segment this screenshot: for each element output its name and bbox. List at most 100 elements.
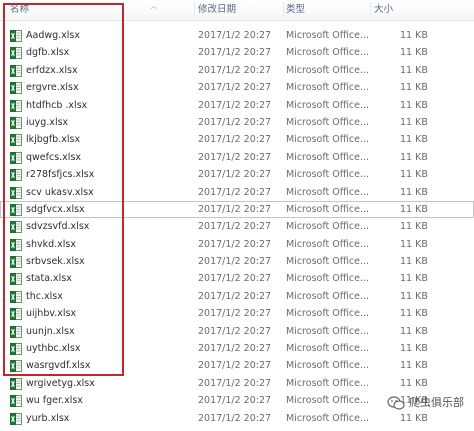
file-name: lkjbgfb.xlsx xyxy=(26,134,81,146)
file-name: yurb.xlsx xyxy=(26,412,70,424)
file-type: Microsoft Office... xyxy=(286,186,370,198)
file-type: Microsoft Office... xyxy=(286,64,370,76)
file-type: Microsoft Office... xyxy=(286,273,370,285)
file-modified-date: 2017/1/2 20:27 xyxy=(198,290,272,302)
file-row[interactable]: Aadwg.xlsx 2017/1/2 20:27 Microsoft Office… xyxy=(0,27,474,44)
file-name: sdvzsvfd.xlsx xyxy=(26,221,90,233)
file-size: 11 KB xyxy=(400,169,428,181)
file-row[interactable]: shvkd.xlsx 2017/1/2 20:27 Microsoft Office… xyxy=(0,236,474,253)
excel-file-icon xyxy=(10,377,22,390)
excel-file-icon xyxy=(10,47,22,60)
file-size: 11 KB xyxy=(400,290,428,302)
file-size: 11 KB xyxy=(400,47,428,59)
excel-file-icon xyxy=(10,412,22,425)
file-type: Microsoft Office... xyxy=(286,290,370,302)
file-type: Microsoft Office... xyxy=(286,412,370,424)
file-row[interactable]: sdgfvcx.xlsx 2017/1/2 20:27 Microsoft Offi… xyxy=(0,200,474,219)
file-modified-date: 2017/1/2 20:27 xyxy=(198,186,272,198)
file-size: 11 KB xyxy=(400,134,428,146)
file-type: Microsoft Office... xyxy=(286,47,370,59)
watermark-text: 爬虫俱乐部 xyxy=(409,396,464,409)
file-modified-date: 2017/1/2 20:27 xyxy=(198,99,272,111)
file-size: 11 KB xyxy=(400,238,428,250)
file-size: 11 KB xyxy=(400,30,428,41)
file-size: 11 KB xyxy=(400,377,428,389)
file-modified-date: 2017/1/2 20:27 xyxy=(198,169,272,181)
file-modified-date: 2017/1/2 20:27 xyxy=(198,343,272,355)
file-name: qwefcs.xlsx xyxy=(26,151,82,163)
file-name: scv ukasv.xlsx xyxy=(26,186,94,198)
file-row[interactable]: sdvzsvfd.xlsx 2017/1/2 20:27 Microsoft Off… xyxy=(0,218,474,235)
file-size: 11 KB xyxy=(400,308,428,320)
watermark: 爬虫俱乐部 xyxy=(387,394,464,412)
file-row[interactable]: yurb.xlsx 2017/1/2 20:27 Microsoft Office.… xyxy=(0,410,474,427)
file-modified-date: 2017/1/2 20:27 xyxy=(198,256,272,268)
excel-file-icon xyxy=(10,186,22,199)
excel-file-icon xyxy=(10,325,22,338)
column-header-size[interactable]: 大小 xyxy=(374,0,393,20)
file-name: Aadwg.xlsx xyxy=(26,30,81,41)
file-name: iuyg.xlsx xyxy=(26,116,69,128)
file-name: wrgivetyg.xlsx xyxy=(26,377,95,389)
file-row[interactable]: wasrgvdf.xlsx 2017/1/2 20:27 Microsoft Off… xyxy=(0,357,474,374)
excel-file-icon xyxy=(10,308,22,321)
file-size: 11 KB xyxy=(400,221,428,233)
column-divider[interactable] xyxy=(370,2,371,18)
file-name: ergvre.xlsx xyxy=(26,82,79,94)
file-modified-date: 2017/1/2 20:27 xyxy=(198,64,272,76)
file-size: 11 KB xyxy=(400,64,428,76)
file-row[interactable]: thc.xlsx 2017/1/2 20:27 Microsoft Office..… xyxy=(0,288,474,305)
file-modified-date: 2017/1/2 20:27 xyxy=(198,203,272,215)
file-name: uijhbv.xlsx xyxy=(26,308,77,320)
file-row[interactable]: uythbc.xlsx 2017/1/2 20:27 Microsoft Offic… xyxy=(0,340,474,357)
file-size: 11 KB xyxy=(400,151,428,163)
excel-file-icon xyxy=(10,360,22,373)
wechat-icon xyxy=(387,396,405,410)
file-size: 11 KB xyxy=(400,116,428,128)
file-row[interactable]: srbvsek.xlsx 2017/1/2 20:27 Microsoft Offi… xyxy=(0,253,474,270)
column-header-bar: 名称 ︿ 修改日期 类型 大小 xyxy=(0,0,474,21)
file-row[interactable]: qwefcs.xlsx 2017/1/2 20:27 Microsoft Offic… xyxy=(0,149,474,166)
file-row[interactable]: wrgivetyg.xlsx 2017/1/2 20:27 Microsoft Of… xyxy=(0,375,474,392)
file-list: Aadwg.xlsx 2017/1/2 20:27 Microsoft Office… xyxy=(0,27,474,427)
file-type: Microsoft Office... xyxy=(286,82,370,94)
file-row[interactable]: iuyg.xlsx 2017/1/2 20:27 Microsoft Office.… xyxy=(0,114,474,131)
column-header-date[interactable]: 修改日期 xyxy=(198,0,236,20)
file-type: Microsoft Office... xyxy=(286,395,370,407)
file-row[interactable]: erfdzx.xlsx 2017/1/2 20:27 Microsoft Offic… xyxy=(0,62,474,79)
file-modified-date: 2017/1/2 20:27 xyxy=(198,377,272,389)
file-explorer: 名称 ︿ 修改日期 类型 大小 Aadwg.xlsx 2017/1/2 20:27… xyxy=(0,0,474,425)
file-modified-date: 2017/1/2 20:27 xyxy=(198,134,272,146)
file-name: shvkd.xlsx xyxy=(26,238,76,250)
file-name: wasrgvdf.xlsx xyxy=(26,360,91,372)
excel-file-icon xyxy=(10,169,22,182)
file-type: Microsoft Office... xyxy=(286,377,370,389)
column-divider[interactable] xyxy=(283,2,284,18)
file-type: Microsoft Office... xyxy=(286,325,370,337)
file-modified-date: 2017/1/2 20:27 xyxy=(198,221,272,233)
file-row[interactable]: r278fsfjcs.xlsx 2017/1/2 20:27 Microsoft O… xyxy=(0,166,474,183)
file-type: Microsoft Office... xyxy=(286,203,370,215)
file-size: 11 KB xyxy=(400,256,428,268)
file-row[interactable]: uunjn.xlsx 2017/1/2 20:27 Microsoft Office… xyxy=(0,323,474,340)
file-size: 11 KB xyxy=(400,325,428,337)
column-header-name[interactable]: 名称 xyxy=(10,0,29,20)
file-row[interactable]: scv ukasv.xlsx 2017/1/2 20:27 Microsoft Of… xyxy=(0,184,474,201)
file-row[interactable]: stata.xlsx 2017/1/2 20:27 Microsoft Office… xyxy=(0,270,474,287)
file-row[interactable]: uijhbv.xlsx 2017/1/2 20:27 Microsoft Offic… xyxy=(0,305,474,322)
file-name: uythbc.xlsx xyxy=(26,343,81,355)
file-row[interactable]: htdfhcb .xlsx 2017/1/2 20:27 Microsoft Off… xyxy=(0,97,474,114)
file-type: Microsoft Office... xyxy=(286,308,370,320)
file-type: Microsoft Office... xyxy=(286,256,370,268)
column-header-type[interactable]: 类型 xyxy=(286,0,305,20)
file-modified-date: 2017/1/2 20:27 xyxy=(198,30,272,41)
file-type: Microsoft Office... xyxy=(286,116,370,128)
file-row[interactable]: lkjbgfb.xlsx 2017/1/2 20:27 Microsoft Offi… xyxy=(0,131,474,148)
file-row[interactable]: dgfb.xlsx 2017/1/2 20:27 Microsoft Office.… xyxy=(0,44,474,61)
file-row[interactable]: ergvre.xlsx 2017/1/2 20:27 Microsoft Offic… xyxy=(0,79,474,96)
file-type: Microsoft Office... xyxy=(286,30,370,41)
column-divider[interactable] xyxy=(194,2,195,18)
file-name: htdfhcb .xlsx xyxy=(26,99,88,111)
sort-up-icon: ︿ xyxy=(150,2,157,10)
excel-file-icon xyxy=(10,30,22,42)
